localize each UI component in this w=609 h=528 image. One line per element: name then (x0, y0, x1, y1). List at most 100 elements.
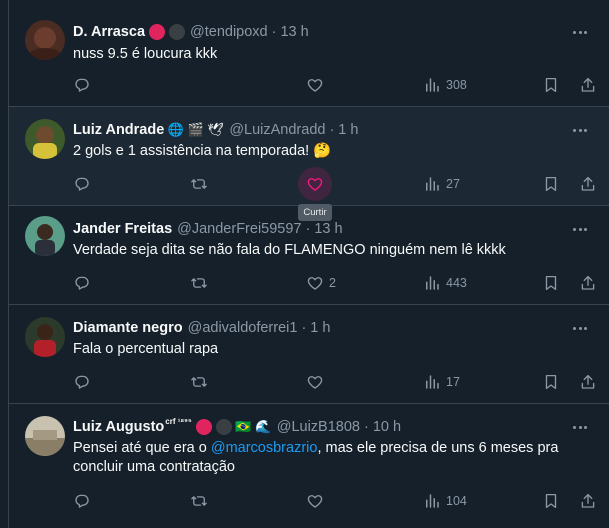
display-name[interactable]: Jander Freitas (73, 221, 172, 237)
more-options-icon[interactable] (570, 320, 590, 336)
views-icon (426, 177, 439, 191)
more-options-icon[interactable] (570, 24, 590, 40)
bookmark-button[interactable] (542, 174, 560, 194)
retweet-button[interactable] (190, 372, 208, 392)
avatar[interactable] (25, 119, 65, 159)
bookmark-icon (545, 176, 557, 192)
like-icon (307, 495, 323, 508)
reply-button[interactable] (73, 174, 91, 194)
like-button[interactable] (306, 372, 324, 392)
bookmark-icon (545, 77, 557, 93)
tweet-header: Jander Freitas @JanderFrei59597 · 13 h (73, 219, 343, 239)
like-button[interactable]: 2 (306, 273, 336, 293)
bookmark-button[interactable] (542, 273, 560, 293)
user-handle[interactable]: @tendipoxd (190, 24, 268, 40)
globe-icon: 🌐 (167, 122, 184, 137)
user-handle[interactable]: @LuizAndradd (229, 122, 325, 138)
display-name[interactable]: Diamante negro (73, 320, 183, 336)
display-name[interactable]: Luiz Andrade (73, 122, 164, 138)
views-icon (426, 375, 439, 389)
retweet-icon (191, 377, 207, 387)
user-handle[interactable]: @adivaldoferrei1 (188, 320, 298, 336)
like-count: 2 (329, 276, 336, 290)
share-button[interactable] (579, 273, 597, 293)
reply-button[interactable] (73, 491, 91, 511)
retweet-button[interactable] (190, 273, 208, 293)
tweet-text: nuss 9.5 é loucura kkk (73, 46, 218, 62)
avatar[interactable] (25, 20, 65, 60)
display-name[interactable]: D. Arrasca (73, 24, 145, 40)
avatar[interactable] (25, 317, 65, 357)
user-handle[interactable]: @LuizB1808 (277, 419, 360, 435)
more-options-icon[interactable] (570, 221, 590, 237)
more-options-icon[interactable] (570, 122, 590, 138)
display-name[interactable]: Luiz Augusto (73, 419, 164, 435)
share-icon (581, 275, 595, 290)
tweet-header: D. Arrasca @tendipoxd · 13 h (73, 22, 309, 42)
retweet-icon (191, 179, 207, 189)
views-button[interactable]: 27 (423, 174, 460, 194)
bookmark-icon (545, 493, 557, 509)
bookmark-icon (545, 374, 557, 390)
share-button[interactable] (579, 491, 597, 511)
dove-icon: 🕊 (207, 122, 225, 137)
views-count: 27 (446, 177, 460, 191)
like-tooltip: Curtir (298, 204, 332, 221)
views-count: 308 (446, 78, 467, 92)
views-count: 17 (446, 375, 460, 389)
avatar[interactable] (25, 416, 65, 456)
reply-button[interactable] (73, 273, 91, 293)
reply-feed: D. Arrasca @tendipoxd · 13 h nuss 9.5 é … (8, 0, 609, 528)
reply-button[interactable] (73, 75, 91, 95)
reply-button[interactable] (73, 372, 91, 392)
mention-link[interactable]: @marcosbrazrio (211, 440, 318, 456)
views-button[interactable]: 443 (423, 273, 467, 293)
like-icon (307, 277, 323, 290)
tweet-text: Pensei até que era o @marcosbrazrio, mas… (73, 439, 578, 477)
timestamp[interactable]: 10 h (373, 419, 401, 435)
like-button[interactable] (306, 491, 324, 511)
tweet-header: Luiz Augusto crf ¹⁸⁹⁵ 🇧🇷 🌊 @LuizB1808 · … (73, 417, 401, 437)
views-button[interactable]: 308 (423, 75, 467, 95)
share-button[interactable] (579, 75, 597, 95)
red-circle-icon (195, 419, 212, 435)
share-button[interactable] (579, 174, 597, 194)
share-icon (581, 374, 595, 389)
views-button[interactable]: 104 (423, 491, 467, 511)
like-button[interactable] (306, 75, 324, 95)
reply-icon (75, 375, 89, 389)
bookmark-button[interactable] (542, 491, 560, 511)
timestamp[interactable]: 13 h (280, 24, 308, 40)
views-count: 443 (446, 276, 467, 290)
more-options-icon[interactable] (570, 419, 590, 435)
retweet-icon (191, 278, 207, 288)
bookmark-button[interactable] (542, 75, 560, 95)
avatar[interactable] (25, 216, 65, 256)
tweet-actions: 27 (73, 167, 595, 201)
thinking-face-icon: 🤔 (313, 143, 332, 159)
timestamp[interactable]: 13 h (314, 221, 342, 237)
tweet-actions: 17 (73, 372, 595, 392)
tweet[interactable]: D. Arrasca @tendipoxd · 13 h nuss 9.5 é … (9, 0, 609, 107)
separator: · (271, 24, 277, 40)
timestamp[interactable]: 1 h (338, 122, 358, 138)
retweet-button[interactable] (190, 491, 208, 511)
share-button[interactable] (579, 372, 597, 392)
timestamp[interactable]: 1 h (310, 320, 330, 336)
views-icon (426, 276, 439, 290)
tweet-actions: 104 (73, 491, 595, 511)
separator: · (301, 320, 307, 336)
views-count: 104 (446, 494, 467, 508)
tweet[interactable]: Luiz Augusto crf ¹⁸⁹⁵ 🇧🇷 🌊 @LuizB1808 · … (9, 404, 609, 528)
views-button[interactable]: 17 (423, 372, 460, 392)
user-handle[interactable]: @JanderFrei59597 (177, 221, 301, 237)
like-button[interactable] (306, 174, 324, 194)
tweet[interactable]: Diamante negro @adivaldoferrei1 · 1 h Fa… (9, 305, 609, 404)
dark-circle-icon (215, 419, 232, 435)
reply-icon (75, 494, 89, 508)
retweet-button[interactable] (190, 174, 208, 194)
dark-circle-icon (169, 24, 186, 40)
separator: · (305, 221, 311, 237)
tweet[interactable]: Luiz Andrade 🌐 🎬 🕊 @LuizAndradd · 1 h 2 … (9, 107, 609, 206)
bookmark-button[interactable] (542, 372, 560, 392)
